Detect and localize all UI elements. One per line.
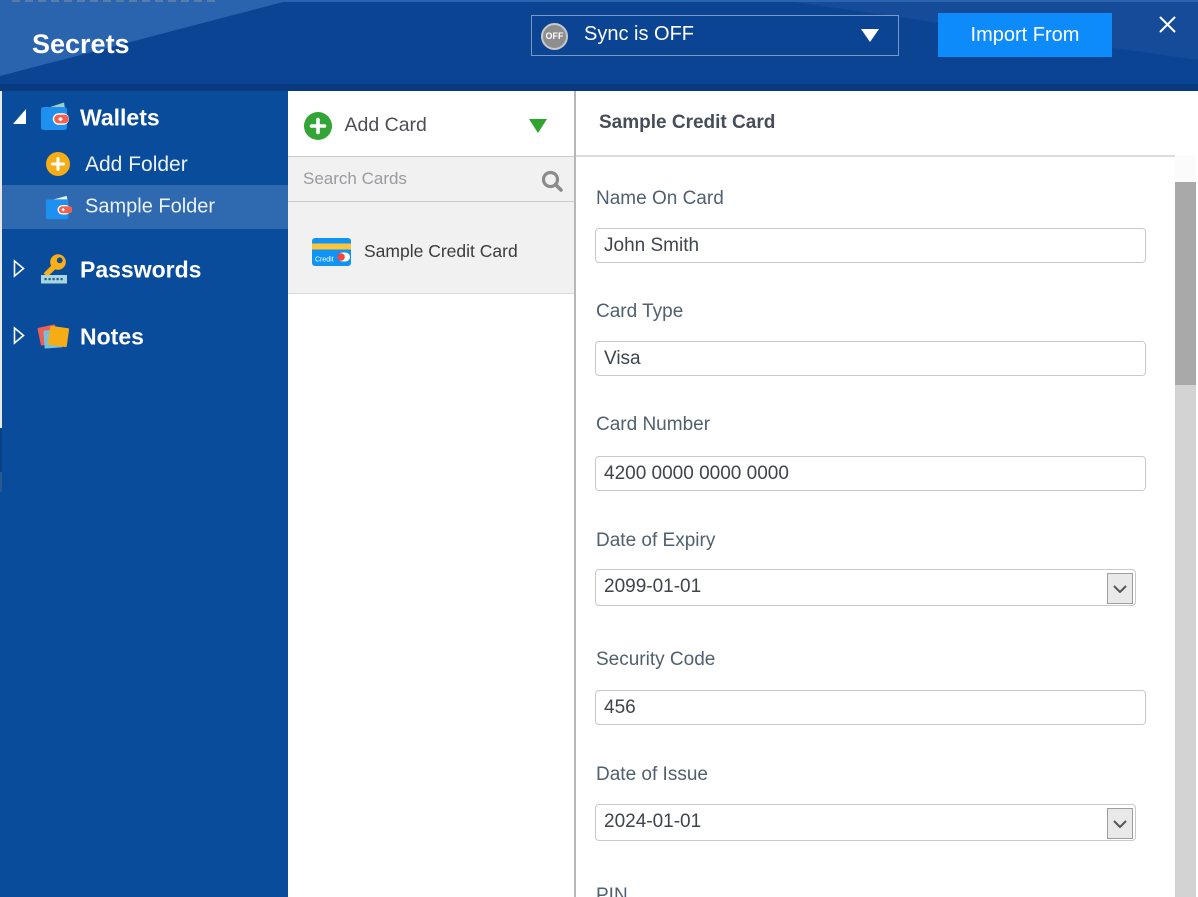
svg-text:Credit: Credit: [315, 257, 334, 264]
